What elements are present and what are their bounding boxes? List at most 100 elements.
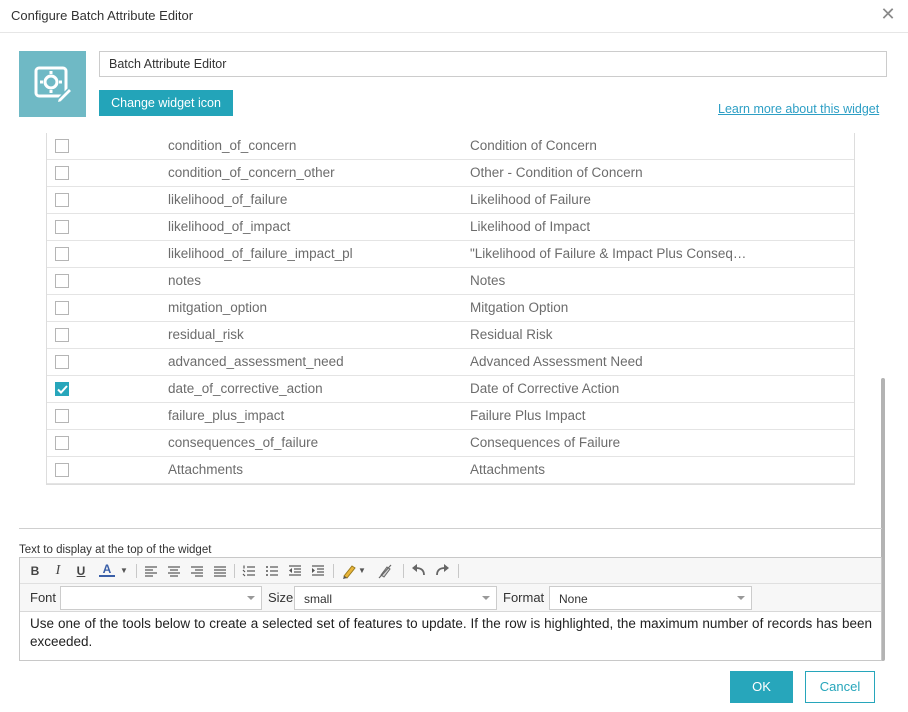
chevron-down-icon[interactable]: ▼ bbox=[119, 562, 129, 580]
settings-edit-icon bbox=[34, 66, 72, 103]
editor-content[interactable]: Use one of the tools below to create a s… bbox=[20, 612, 881, 660]
align-left-icon[interactable] bbox=[144, 562, 158, 580]
field-checkbox[interactable] bbox=[55, 193, 69, 207]
field-checkbox[interactable] bbox=[55, 220, 69, 234]
field-name: Attachments bbox=[168, 462, 244, 477]
field-alias: "Likelihood of Failure & Impact Plus Con… bbox=[470, 246, 747, 261]
widget-name-input[interactable] bbox=[99, 51, 887, 77]
chevron-down-icon bbox=[737, 596, 745, 600]
toolbar-separator bbox=[458, 564, 459, 578]
chevron-down-icon bbox=[482, 596, 490, 600]
widget-icon bbox=[19, 51, 86, 117]
field-row[interactable]: likelihood_of_impact Likelihood of Impac… bbox=[47, 214, 854, 241]
close-icon[interactable]: ✕ bbox=[878, 4, 898, 24]
size-select[interactable]: small bbox=[294, 586, 497, 610]
field-checkbox[interactable] bbox=[55, 274, 69, 288]
bullet-list-icon[interactable] bbox=[265, 562, 279, 580]
numbered-list-icon[interactable] bbox=[242, 562, 256, 580]
field-checkbox[interactable] bbox=[55, 436, 69, 450]
field-alias: Likelihood of Impact bbox=[470, 219, 591, 234]
field-row[interactable]: consequences_of_failure Consequences of … bbox=[47, 430, 854, 457]
field-alias: Other - Condition of Concern bbox=[470, 165, 643, 180]
field-row[interactable]: mitgation_option Mitgation Option bbox=[47, 295, 854, 322]
checkmark-icon bbox=[57, 385, 68, 394]
toolbar-separator bbox=[333, 564, 334, 578]
undo-icon[interactable] bbox=[411, 562, 427, 580]
field-name: condition_of_concern_other bbox=[168, 165, 335, 180]
change-widget-icon-button[interactable]: Change widget icon bbox=[99, 90, 233, 116]
align-justify-icon[interactable] bbox=[213, 562, 227, 580]
field-checkbox[interactable] bbox=[55, 463, 69, 477]
field-row[interactable]: condition_of_concern_other Other - Condi… bbox=[47, 160, 854, 187]
indent-increase-icon[interactable] bbox=[311, 562, 325, 580]
field-alias: Failure Plus Impact bbox=[470, 408, 586, 423]
dialog-title: Configure Batch Attribute Editor bbox=[11, 8, 194, 23]
section-divider bbox=[19, 528, 882, 529]
field-alias: Likelihood of Failure bbox=[470, 192, 591, 207]
field-alias: Advanced Assessment Need bbox=[470, 354, 643, 369]
align-center-icon[interactable] bbox=[167, 562, 181, 580]
field-checkbox[interactable] bbox=[55, 409, 69, 423]
field-checkbox[interactable] bbox=[55, 139, 69, 153]
bold-button[interactable]: B bbox=[27, 562, 43, 580]
field-name: consequences_of_failure bbox=[168, 435, 319, 450]
field-row[interactable]: condition_of_concern Condition of Concer… bbox=[47, 133, 854, 160]
toolbar-separator bbox=[136, 564, 137, 578]
format-select[interactable]: None bbox=[549, 586, 752, 610]
field-row[interactable]: Attachments Attachments bbox=[47, 457, 854, 484]
editor-toolbar: B I U A ▼ ▼ bbox=[20, 558, 881, 584]
chevron-down-icon[interactable]: ▼ bbox=[357, 562, 367, 580]
field-name: likelihood_of_impact bbox=[168, 219, 291, 234]
field-name: notes bbox=[168, 273, 202, 288]
field-alias: Mitgation Option bbox=[470, 300, 569, 315]
dialog-titlebar: Configure Batch Attribute Editor ✕ bbox=[0, 0, 908, 33]
font-select[interactable] bbox=[60, 586, 262, 610]
field-name: date_of_corrective_action bbox=[168, 381, 323, 396]
field-checkbox[interactable] bbox=[55, 166, 69, 180]
toolbar-separator bbox=[234, 564, 235, 578]
field-row[interactable]: likelihood_of_failure Likelihood of Fail… bbox=[47, 187, 854, 214]
field-alias: Consequences of Failure bbox=[470, 435, 621, 450]
field-row[interactable]: advanced_assessment_need Advanced Assess… bbox=[47, 349, 854, 376]
underline-button[interactable]: U bbox=[73, 562, 89, 580]
field-name: likelihood_of_failure_impact_pl bbox=[168, 246, 353, 261]
remove-format-icon[interactable] bbox=[377, 562, 393, 580]
size-label: Size bbox=[268, 590, 294, 605]
field-row[interactable]: notes Notes bbox=[47, 268, 854, 295]
fields-table: condition_of_concern Condition of Concer… bbox=[46, 133, 855, 485]
format-label: Format bbox=[503, 590, 545, 605]
field-row[interactable]: residual_risk Residual Risk bbox=[47, 322, 854, 349]
field-name: condition_of_concern bbox=[168, 138, 297, 153]
toolbar-separator bbox=[403, 564, 404, 578]
format-select-value: None bbox=[559, 592, 588, 606]
font-label: Font bbox=[30, 590, 57, 605]
field-checkbox[interactable] bbox=[55, 355, 69, 369]
field-row[interactable]: failure_plus_impact Failure Plus Impact bbox=[47, 403, 854, 430]
field-name: likelihood_of_failure bbox=[168, 192, 288, 207]
field-name: failure_plus_impact bbox=[168, 408, 285, 423]
size-select-value: small bbox=[304, 592, 333, 606]
field-name: mitgation_option bbox=[168, 300, 268, 315]
editor-label: Text to display at the top of the widget bbox=[19, 544, 212, 556]
field-checkbox-checked[interactable] bbox=[55, 382, 69, 396]
field-alias: Attachments bbox=[470, 462, 546, 477]
redo-icon[interactable] bbox=[434, 562, 450, 580]
field-row[interactable]: likelihood_of_failure_impact_pl "Likelih… bbox=[47, 241, 854, 268]
align-right-icon[interactable] bbox=[190, 562, 204, 580]
field-alias: Notes bbox=[470, 273, 506, 288]
field-checkbox[interactable] bbox=[55, 247, 69, 261]
indent-decrease-icon[interactable] bbox=[288, 562, 302, 580]
learn-more-link[interactable]: Learn more about this widget bbox=[718, 102, 879, 116]
italic-button[interactable]: I bbox=[51, 562, 65, 580]
field-name: advanced_assessment_need bbox=[168, 354, 344, 369]
field-alias: Residual Risk bbox=[470, 327, 553, 342]
cancel-button[interactable]: Cancel bbox=[805, 671, 875, 703]
rich-text-editor: B I U A ▼ ▼ Font Size small Format None … bbox=[19, 557, 882, 661]
ok-button[interactable]: OK bbox=[730, 671, 793, 703]
field-row[interactable]: date_of_corrective_action Date of Correc… bbox=[47, 376, 854, 403]
highlight-pen-icon[interactable] bbox=[341, 562, 357, 580]
field-checkbox[interactable] bbox=[55, 301, 69, 315]
font-color-button[interactable]: A bbox=[99, 562, 115, 577]
chevron-down-icon bbox=[247, 596, 255, 600]
field-checkbox[interactable] bbox=[55, 328, 69, 342]
